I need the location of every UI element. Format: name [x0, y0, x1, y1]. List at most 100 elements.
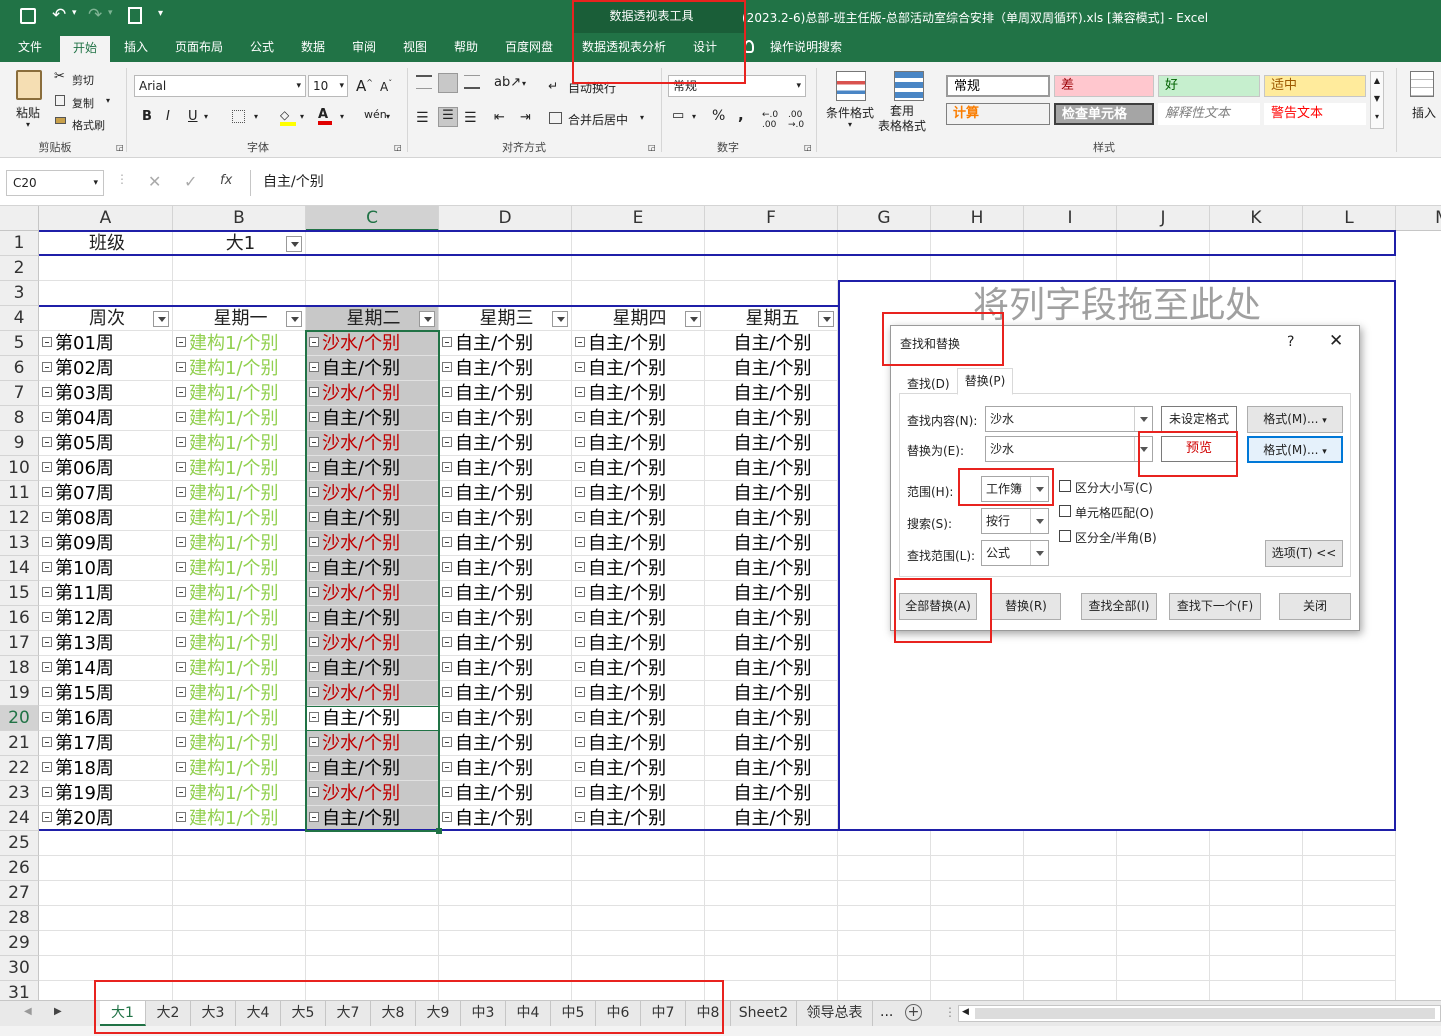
confirm-entry-icon[interactable]: ✓ [184, 172, 197, 191]
sheet-tab[interactable]: 大8 [371, 1001, 416, 1026]
scope-select[interactable]: 工作簿 [981, 476, 1049, 502]
grid-cell[interactable] [1024, 981, 1117, 1000]
match-case-checkbox[interactable] [1059, 480, 1071, 492]
fill-handle[interactable] [436, 828, 442, 834]
format-as-table-button[interactable]: 套用 表格格式 [878, 104, 926, 134]
column-header-d[interactable]: D [439, 206, 572, 231]
select-all-corner[interactable] [0, 206, 39, 231]
sheet-tab[interactable]: 领导总表 [797, 1001, 873, 1026]
paste-button[interactable]: 粘贴 [16, 104, 40, 121]
grid-cell[interactable] [1024, 956, 1117, 981]
grid-cell[interactable] [439, 931, 572, 956]
grid-cell[interactable] [306, 256, 439, 281]
grid-cell[interactable] [1210, 856, 1303, 881]
grid-cell[interactable] [838, 981, 931, 1000]
grid-cell[interactable] [838, 881, 931, 906]
tab-home[interactable]: 开始 [60, 36, 110, 62]
style-neutral[interactable]: 适中 [1264, 75, 1366, 97]
grid-cell[interactable] [705, 881, 838, 906]
replace-history-dropdown-icon[interactable] [1134, 437, 1152, 461]
grid-cell[interactable] [1303, 906, 1396, 931]
tab-help[interactable]: 帮助 [444, 33, 488, 62]
sheet-tab[interactable]: 大3 [191, 1001, 236, 1026]
row-header-25[interactable]: 25 [0, 831, 39, 856]
grid-cell[interactable] [39, 956, 173, 981]
style-bad[interactable]: 差 [1054, 75, 1154, 97]
row-header-28[interactable]: 28 [0, 906, 39, 931]
grid-cell[interactable] [39, 281, 173, 306]
number-format-combo[interactable]: 常规 ▾ [668, 75, 806, 97]
column-header-c[interactable]: C [306, 206, 439, 231]
grid-cell[interactable] [572, 956, 705, 981]
fill-color-dropdown-icon[interactable]: ▾ [300, 112, 304, 121]
orientation-dropdown-icon[interactable]: ▾ [522, 79, 526, 88]
italic-button[interactable]: I [166, 109, 170, 124]
customize-qat-icon[interactable]: ▾ [158, 8, 163, 19]
grid-cell[interactable] [931, 831, 1024, 856]
column-header-h[interactable]: H [931, 206, 1024, 231]
grid-cell[interactable] [1024, 831, 1117, 856]
conditional-format-icon[interactable] [836, 71, 866, 101]
grid-cell[interactable] [1117, 256, 1210, 281]
column-header-g[interactable]: G [838, 206, 931, 231]
grid-cell[interactable] [1303, 831, 1396, 856]
row-header-21[interactable]: 21 [0, 731, 39, 756]
match-width-checkbox[interactable] [1059, 530, 1071, 542]
grid-cell[interactable] [705, 906, 838, 931]
alignment-launcher-icon[interactable]: ◲ [648, 143, 656, 152]
font-launcher-icon[interactable]: ◲ [394, 143, 402, 152]
name-box-dropdown-icon[interactable]: ▾ [93, 171, 98, 195]
search-order-select[interactable]: 按行 [981, 508, 1049, 534]
search-order-dropdown-icon[interactable] [1030, 509, 1048, 533]
tab-file[interactable]: 文件 [8, 33, 52, 62]
column-header-m[interactable]: M [1396, 206, 1441, 231]
tab-view[interactable]: 视图 [393, 33, 437, 62]
row-header-12[interactable]: 12 [0, 506, 39, 531]
grid-cell[interactable] [39, 906, 173, 931]
horizontal-scrollbar[interactable]: ◀ [958, 1005, 1441, 1022]
align-left-icon[interactable]: ☰ [416, 110, 429, 126]
grid-cell[interactable] [39, 256, 173, 281]
grid-cell[interactable] [1117, 881, 1210, 906]
grid-cell[interactable] [931, 931, 1024, 956]
row-header-31[interactable]: 31 [0, 981, 39, 1000]
grid-cell[interactable] [572, 856, 705, 881]
grid-cell[interactable] [1024, 256, 1117, 281]
align-bottom-icon[interactable] [464, 75, 480, 89]
grid-cell[interactable] [1117, 981, 1210, 1000]
style-explanatory[interactable]: 解释性文本 [1158, 103, 1260, 125]
options-button[interactable]: 选项(T) << [1265, 540, 1343, 567]
copy-dropdown-icon[interactable]: ▾ [106, 96, 110, 105]
grid-cell[interactable] [572, 906, 705, 931]
grid-cell[interactable] [838, 831, 931, 856]
formula-input[interactable]: 自主/个别 [250, 170, 1440, 196]
style-check-cell[interactable]: 检查单元格 [1054, 103, 1154, 125]
grid-cell[interactable] [1303, 856, 1396, 881]
grid-cell[interactable] [931, 906, 1024, 931]
grid-cell[interactable] [173, 981, 306, 1000]
accounting-dropdown-icon[interactable]: ▾ [692, 112, 696, 121]
close-icon[interactable]: ✕ [1329, 331, 1343, 351]
sheet-tab[interactable]: 大2 [146, 1001, 191, 1026]
grid-cell[interactable] [1024, 906, 1117, 931]
redo-icon[interactable]: ↷ [88, 5, 102, 25]
font-color-dropdown-icon[interactable]: ▾ [340, 112, 344, 121]
font-color-icon[interactable]: A [318, 107, 332, 125]
row-header-27[interactable]: 27 [0, 881, 39, 906]
grid-cell[interactable] [1210, 931, 1303, 956]
grid-cell[interactable] [439, 281, 572, 306]
grid-cell[interactable] [572, 281, 705, 306]
grid-cell[interactable] [439, 881, 572, 906]
row-header-30[interactable]: 30 [0, 956, 39, 981]
row-header-13[interactable]: 13 [0, 531, 39, 556]
grid-cell[interactable] [1117, 856, 1210, 881]
underline-dropdown-icon[interactable]: ▾ [204, 112, 208, 121]
grid-cell[interactable] [838, 256, 931, 281]
grid-cell[interactable] [439, 981, 572, 1000]
grid-cell[interactable] [1210, 831, 1303, 856]
grid-cell[interactable] [306, 831, 439, 856]
percent-style-icon[interactable]: % [712, 108, 725, 124]
row-header-6[interactable]: 6 [0, 356, 39, 381]
help-button[interactable]: ? [1287, 334, 1294, 350]
tab-insert[interactable]: 插入 [114, 33, 158, 62]
